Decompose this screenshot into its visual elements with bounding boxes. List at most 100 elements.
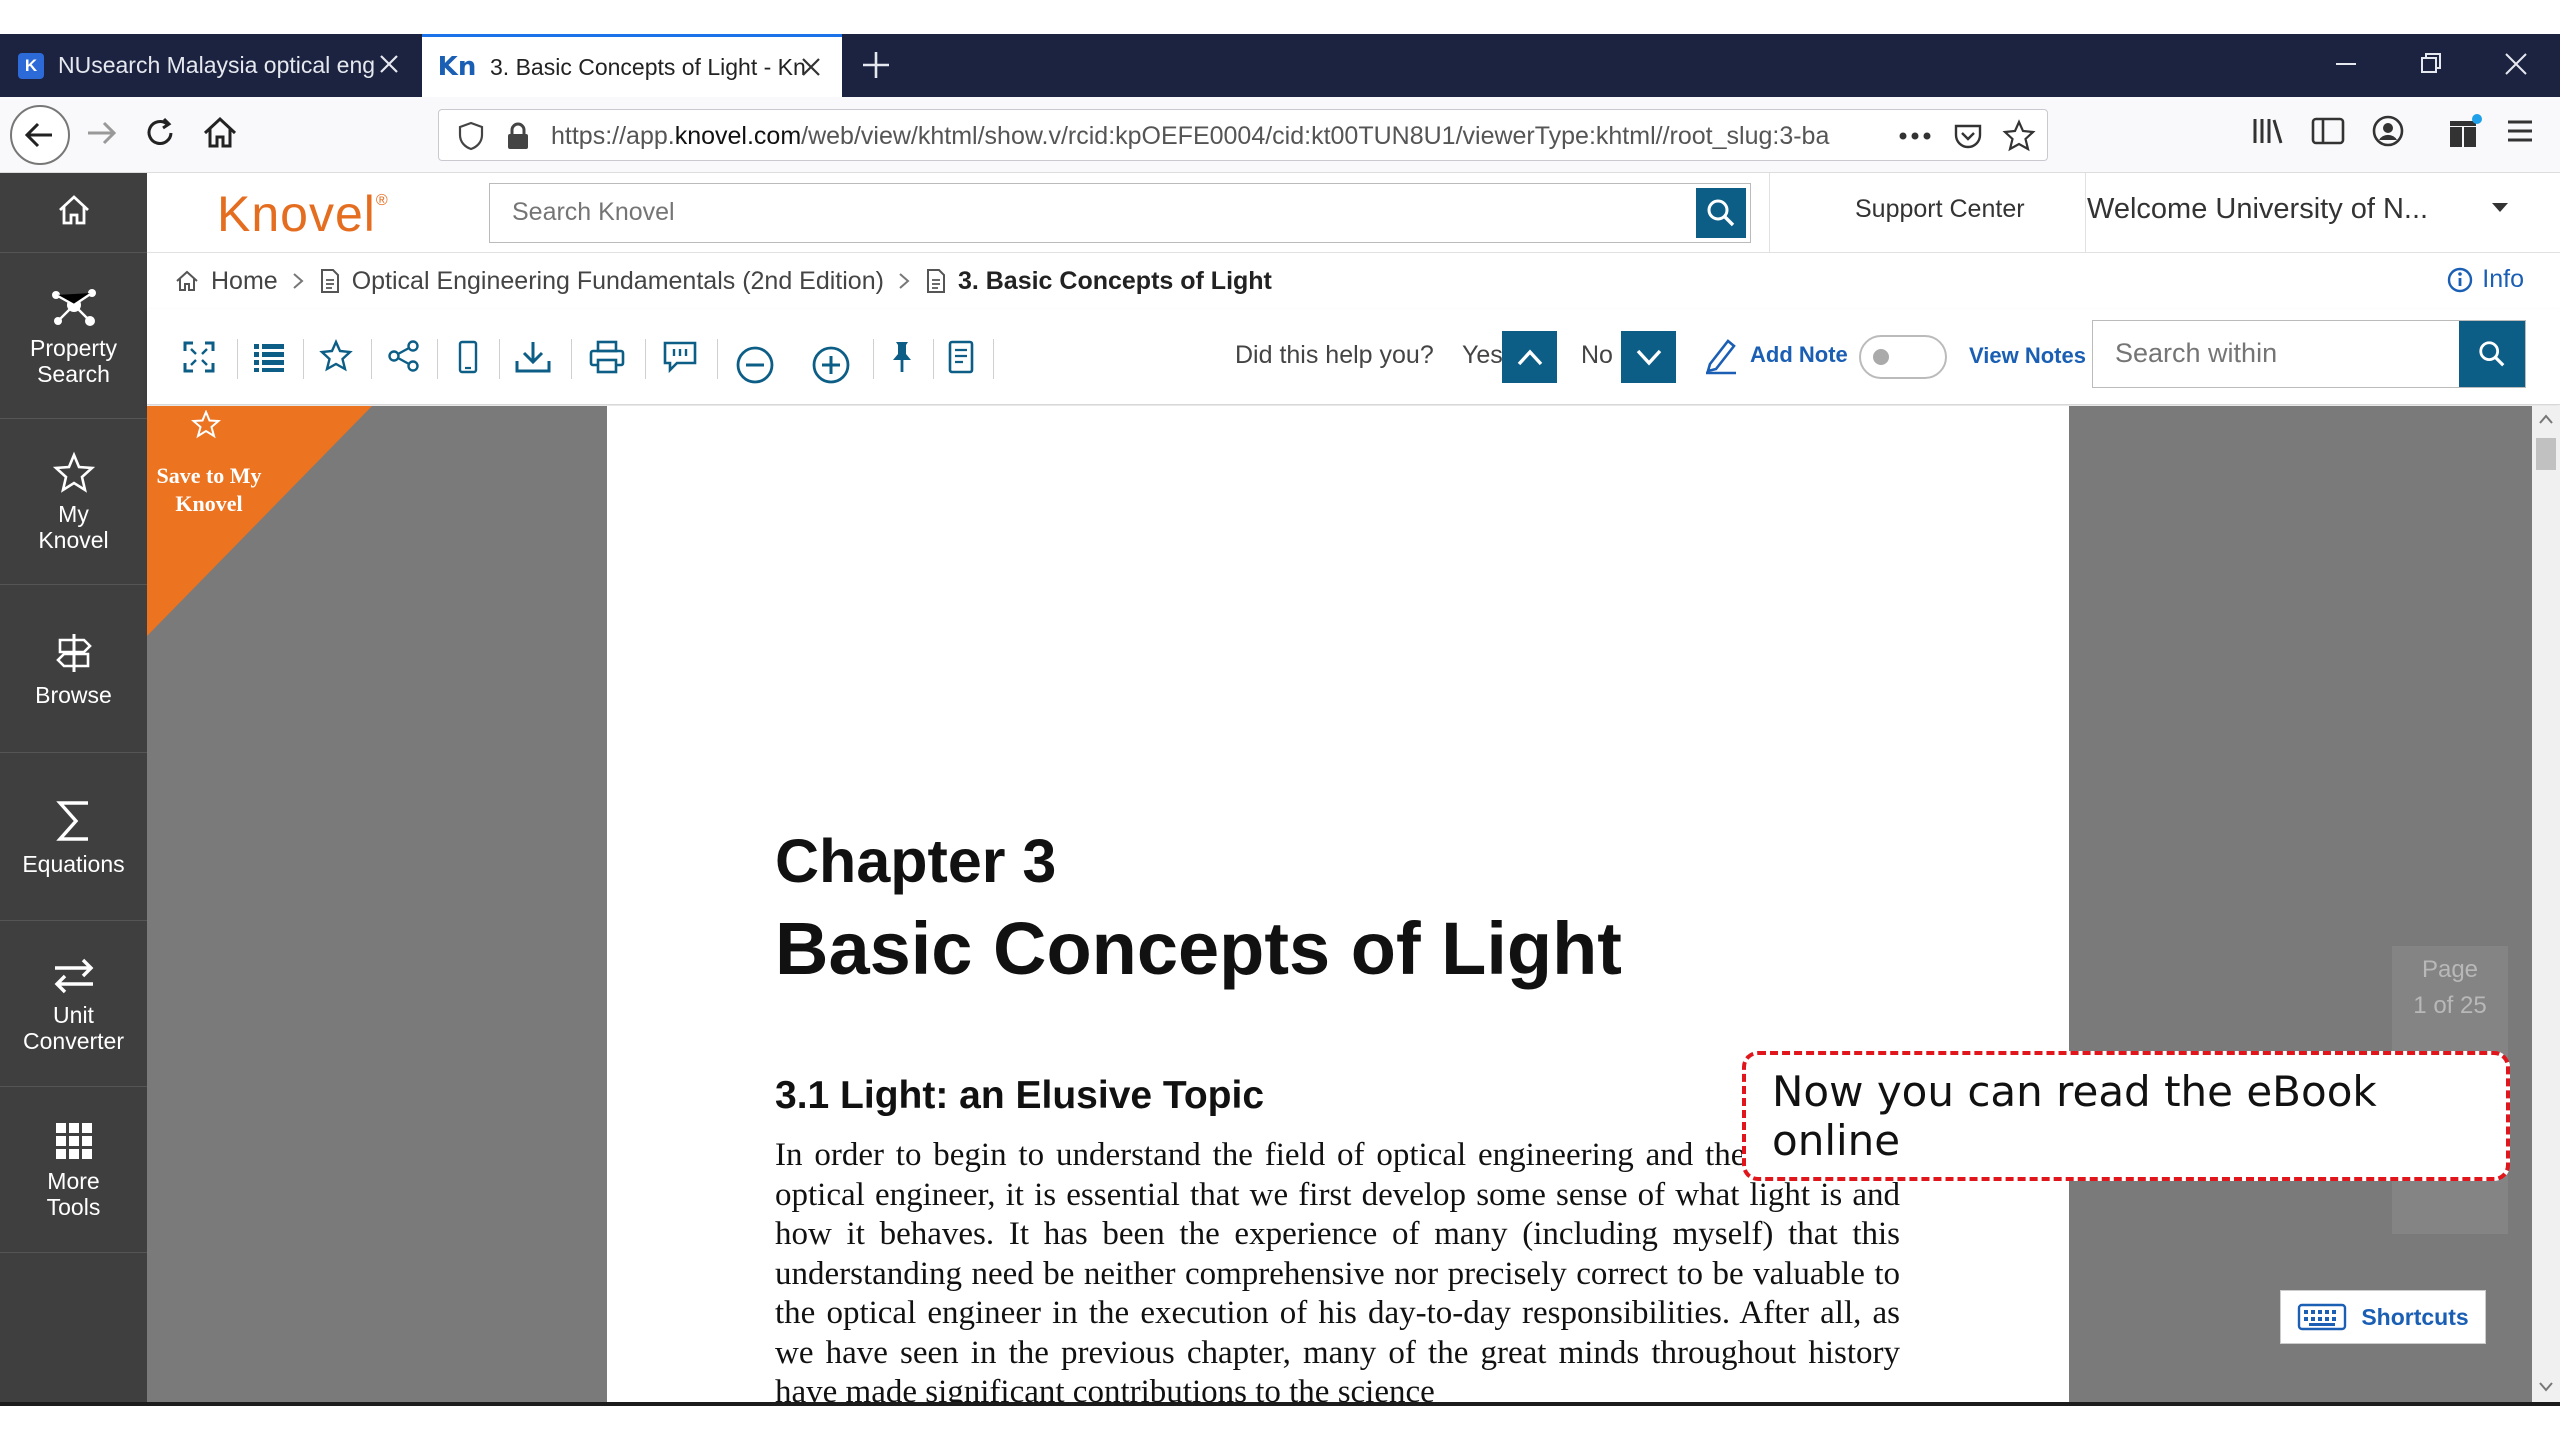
- document-icon: [320, 269, 339, 293]
- divider: [645, 339, 646, 379]
- sigma-icon: [52, 797, 96, 851]
- page-label: Page: [2421, 956, 2479, 983]
- knovel-logo[interactable]: Knovel®: [217, 185, 389, 243]
- minimize-icon[interactable]: [2330, 48, 2362, 80]
- view-notes-link[interactable]: View Notes: [1969, 343, 2086, 369]
- zoom-out-icon[interactable]: [735, 345, 775, 385]
- nusearch-favicon: K: [18, 52, 44, 79]
- reload-icon[interactable]: [138, 111, 182, 155]
- section-title: 3.1 Light: an Elusive Topic: [775, 1074, 1265, 1117]
- star-icon: [191, 410, 221, 440]
- mobile-icon[interactable]: [453, 339, 483, 375]
- notes-list-icon[interactable]: [945, 339, 977, 375]
- knovel-search-input[interactable]: [490, 184, 1670, 240]
- search-icon: [1707, 199, 1735, 227]
- breadcrumb-book[interactable]: Optical Engineering Fundamentals (2nd Ed…: [318, 267, 884, 296]
- sidebar-item-equations[interactable]: Equations: [0, 753, 147, 921]
- sidebar-item-my-knovel[interactable]: My Knovel: [0, 419, 147, 585]
- close-window-icon[interactable]: [2500, 48, 2532, 80]
- scroll-up-arrow-icon[interactable]: [2538, 412, 2554, 426]
- fullscreen-icon[interactable]: [181, 339, 217, 375]
- divider: [993, 339, 994, 379]
- pin-icon[interactable]: [887, 339, 917, 375]
- more-actions-icon[interactable]: [1897, 120, 1933, 152]
- star-icon: [52, 451, 96, 501]
- search-icon: [2479, 341, 2505, 367]
- scroll-thumb[interactable]: [2536, 438, 2556, 470]
- divider: [571, 339, 572, 379]
- support-center-link[interactable]: Support Center: [1855, 195, 2025, 224]
- toggle-knob: [1873, 349, 1889, 365]
- chapter-title: Basic Concepts of Light: [775, 907, 1622, 990]
- close-tab-icon[interactable]: [376, 51, 402, 77]
- scroll-down-arrow-icon[interactable]: [2538, 1380, 2554, 1394]
- sidebar-item-label: Equations: [22, 850, 125, 877]
- signpost-icon: [50, 630, 98, 682]
- download-icon[interactable]: [513, 339, 553, 375]
- welcome-user-menu[interactable]: Welcome University of N...: [2087, 193, 2428, 226]
- favorite-star-icon[interactable]: [319, 339, 353, 373]
- account-icon[interactable]: [2368, 111, 2408, 151]
- sidebar-item-home[interactable]: [0, 173, 147, 253]
- sidebar-item-more-tools[interactable]: More Tools: [0, 1087, 147, 1253]
- home-icon[interactable]: [198, 111, 242, 155]
- no-button[interactable]: [1621, 331, 1676, 383]
- sidebar-item-browse[interactable]: Browse: [0, 585, 147, 753]
- share-icon[interactable]: [387, 339, 421, 373]
- divider: [933, 339, 934, 379]
- back-arrow-icon[interactable]: [8, 103, 72, 167]
- sidebar-item-property-search[interactable]: Property Search: [0, 253, 147, 419]
- yes-label: Yes: [1462, 341, 1503, 369]
- close-tab-icon[interactable]: [798, 54, 824, 80]
- divider: [237, 339, 238, 379]
- home-icon: [54, 190, 94, 236]
- address-bar[interactable]: https://app.knovel.com/web/view/khtml/sh…: [438, 109, 2048, 161]
- hamburger-menu-icon[interactable]: [2500, 111, 2540, 151]
- restore-window-icon[interactable]: [2415, 48, 2447, 80]
- new-tab-plus-icon[interactable]: [858, 47, 894, 83]
- lock-icon[interactable]: [503, 120, 533, 152]
- pocket-icon[interactable]: [1951, 119, 1985, 153]
- sidebar-item-label: Browse: [35, 681, 112, 708]
- caret-down-icon[interactable]: [2490, 201, 2510, 215]
- forward-arrow-icon[interactable]: [80, 111, 124, 155]
- tab-title: 3. Basic Concepts of Light - Kn: [490, 53, 806, 80]
- notes-toggle-switch[interactable]: [1859, 335, 1947, 379]
- knovel-header: Knovel® Support Center Welcome Universit…: [147, 173, 2560, 253]
- zoom-in-icon[interactable]: [811, 345, 851, 385]
- tab-nusearch[interactable]: K NUsearch Malaysia optical eng: [0, 34, 420, 97]
- sidebar-item-unit-converter[interactable]: Unit Converter: [0, 921, 147, 1087]
- divider: [717, 339, 718, 379]
- sidebar-item-label: More Tools: [46, 1167, 101, 1220]
- search-button[interactable]: [1696, 188, 1746, 238]
- print-icon[interactable]: [587, 339, 627, 375]
- search-within-input[interactable]: [2093, 321, 2463, 385]
- chapter-number: Chapter 3: [775, 827, 1057, 895]
- search-within-button[interactable]: [2459, 321, 2525, 387]
- shortcuts-button[interactable]: Shortcuts: [2280, 1290, 2486, 1344]
- bookmark-star-icon[interactable]: [2001, 118, 2037, 154]
- info-link[interactable]: Info: [2446, 265, 2524, 294]
- chevron-right-icon: [290, 271, 306, 291]
- save-to-my-knovel-button[interactable]: Save to My Knovel: [147, 406, 372, 636]
- knovel-search: [489, 183, 1751, 243]
- extensions-icon[interactable]: [2444, 111, 2486, 153]
- add-note-button[interactable]: Add Note: [1702, 335, 1848, 375]
- divider: [873, 339, 874, 379]
- page-indicator: Page 1 of 25: [2392, 946, 2508, 1066]
- divider: [1769, 173, 1770, 253]
- sidebar-toggle-icon[interactable]: [2308, 111, 2348, 151]
- tab-knovel[interactable]: Kn 3. Basic Concepts of Light - Kn: [422, 34, 842, 97]
- document-icon: [926, 269, 945, 293]
- library-icon[interactable]: [2248, 111, 2288, 151]
- shield-icon[interactable]: [455, 120, 487, 152]
- breadcrumb-home[interactable]: Home: [173, 267, 278, 296]
- yes-button[interactable]: [1502, 331, 1557, 383]
- help-question: Did this help you?: [1235, 341, 1434, 369]
- annotation-comment-icon[interactable]: [661, 339, 699, 375]
- sidebar-item-label: My Knovel: [38, 500, 109, 553]
- viewer-scrollbar[interactable]: [2532, 406, 2560, 1402]
- table-of-contents-icon[interactable]: [251, 339, 287, 375]
- document-viewer[interactable]: Save to My Knovel Chapter 3 Basic Concep…: [147, 406, 2532, 1402]
- keyboard-icon: [2298, 1303, 2347, 1331]
